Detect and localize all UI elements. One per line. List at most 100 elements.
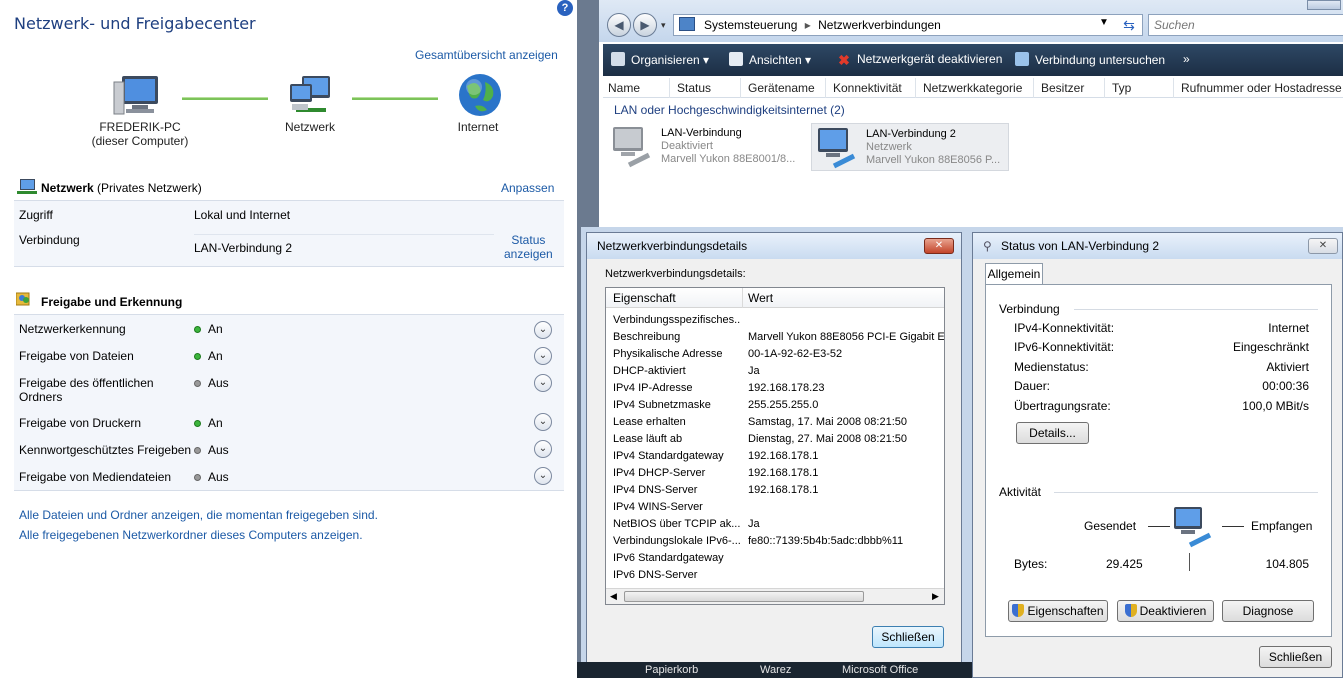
column-header[interactable]: Netzwerkkategorie	[923, 81, 1022, 95]
address-input[interactable]: Systemsteuerung ▸ Netzwerkverbindungen	[673, 14, 1143, 36]
back-button[interactable]: ◀	[607, 13, 631, 37]
table-row[interactable]: IPv4 WINS-Server	[606, 499, 944, 516]
organize-button[interactable]: Organisieren ▾	[611, 52, 709, 67]
status-on-icon	[194, 326, 201, 334]
table-row[interactable]: IPv4 Standardgateway 192.168.178.1	[606, 448, 944, 465]
access-value: Lokal und Internet	[194, 208, 291, 222]
table-row[interactable]: IPv4 DNS-Server 192.168.178.1	[606, 482, 944, 499]
sharing-item-label: Freigabe von Druckern	[19, 416, 142, 430]
column-header[interactable]: Typ	[1112, 81, 1131, 95]
column-header[interactable]: Wert	[748, 291, 773, 305]
desktop-icon-label[interactable]: Warez	[760, 664, 791, 676]
breadcrumb-item[interactable]: Netzwerkverbindungen	[818, 18, 941, 32]
scroll-right-icon[interactable]: ▶	[932, 591, 939, 602]
table-row[interactable]: Verbindungslokale IPv6-... fe80::7139:5b4…	[606, 533, 944, 550]
tab-general[interactable]: Allgemein	[985, 263, 1043, 285]
scroll-left-icon[interactable]: ◀	[610, 591, 617, 602]
column-header[interactable]: Name	[608, 81, 640, 95]
table-row[interactable]: Verbindungsspezifisches...	[606, 312, 944, 329]
table-row[interactable]: IPv6 Standardgateway	[606, 550, 944, 567]
status-label: Medienstatus:	[1014, 360, 1089, 374]
table-row[interactable]: IPv4 IP-Adresse 192.168.178.23	[606, 380, 944, 397]
row-divider	[194, 234, 494, 235]
sent-line	[1148, 526, 1170, 527]
status-on-icon	[194, 420, 201, 428]
details-button[interactable]: Details...	[1016, 422, 1089, 444]
search-input[interactable]: Suchen	[1148, 14, 1343, 36]
view-status-link[interactable]: Status anzeigen	[504, 233, 553, 261]
group-label-activity: Aktivität	[999, 485, 1042, 499]
show-shared-folders-link[interactable]: Alle freigegebenen Netzwerkordner dieses…	[19, 528, 363, 542]
group-divider	[1074, 309, 1318, 310]
table-row[interactable]: Lease erhalten Samstag, 17. Mai 2008 08:2…	[606, 414, 944, 431]
group-header[interactable]: LAN oder Hochgeschwindigkeitsinternet (2…	[614, 103, 845, 117]
forward-button[interactable]: ▶	[633, 13, 657, 37]
customize-link[interactable]: Anpassen	[501, 181, 554, 195]
table-row[interactable]: NetBIOS über TCPIP ak... Ja	[606, 516, 944, 533]
sharing-item-label: Freigabe von Mediendateien	[19, 470, 172, 484]
views-button[interactable]: Ansichten ▾	[729, 52, 811, 67]
column-header[interactable]: Eigenschaft	[613, 291, 676, 305]
table-row[interactable]: IPv6 DNS-Server	[606, 567, 944, 584]
column-separator	[1033, 78, 1034, 98]
table-row[interactable]: IPv4 DHCP-Server 192.168.178.1	[606, 465, 944, 482]
horizontal-scrollbar[interactable]: ◀ ▶	[606, 588, 944, 604]
scrollbar-thumb[interactable]	[624, 591, 864, 602]
column-header[interactable]: Besitzer	[1041, 81, 1084, 95]
column-header[interactable]: Gerätename	[748, 81, 815, 95]
desktop-icon-label[interactable]: Papierkorb	[645, 664, 698, 676]
status-on-icon	[194, 353, 201, 361]
close-button[interactable]: Schließen	[872, 626, 944, 648]
network-info-table: Zugriff Lokal und Internet Verbindung LA…	[14, 200, 564, 267]
desktop-icon-label[interactable]: Microsoft Office	[842, 664, 918, 676]
overview-link[interactable]: Gesamtübersicht anzeigen	[415, 48, 558, 62]
chevron-down-icon[interactable]: ⌄	[534, 440, 552, 458]
table-row[interactable]: Lease läuft ab Dienstag, 27. Mai 2008 08:…	[606, 431, 944, 448]
connection-item[interactable]: LAN-Verbindung Deaktiviert Marvell Yukon…	[609, 123, 799, 171]
sharing-item-label: Freigabe von Dateien	[19, 349, 134, 363]
sharing-item-status: An	[194, 349, 223, 363]
table-row[interactable]: Physikalische Adresse 00-1A-92-62-E3-52	[606, 346, 944, 363]
breadcrumb-separator-icon: ▸	[804, 18, 811, 32]
sharing-item-status: An	[194, 416, 223, 430]
details-list[interactable]: Eigenschaft Wert Verbindungsspezifisches…	[605, 287, 945, 605]
disable-device-button[interactable]: ✖ Netzwerkgerät deaktivieren	[837, 52, 1002, 68]
properties-button[interactable]: Eigenschaften	[1008, 600, 1108, 622]
computer-icon	[112, 74, 162, 118]
recent-pages-icon[interactable]: ▾	[661, 20, 666, 31]
connection-status: Deaktiviert	[661, 140, 713, 152]
dialog-title: Status von LAN-Verbindung 2	[973, 233, 1342, 259]
more-commands-button[interactable]: »	[1183, 52, 1190, 66]
close-button[interactable]: Schließen	[1259, 646, 1332, 668]
connection-item[interactable]: LAN-Verbindung 2 Netzwerk Marvell Yukon …	[811, 123, 1009, 171]
window-control-icon[interactable]	[1307, 0, 1341, 10]
table-row[interactable]: Beschreibung Marvell Yukon 88E8056 PCI-E …	[606, 329, 944, 346]
chevron-down-icon[interactable]: ⌄	[534, 374, 552, 392]
chevron-down-icon[interactable]: ⌄	[534, 413, 552, 431]
address-dropdown-icon[interactable]: ▼	[1099, 17, 1109, 28]
list-header: Eigenschaft Wert	[606, 288, 944, 308]
chevron-down-icon[interactable]: ⌄	[534, 321, 552, 339]
tab-panel: Verbindung IPv4-Konnektivität: Internet …	[985, 284, 1332, 637]
diagnose-button[interactable]: Diagnose	[1222, 600, 1314, 622]
disable-button[interactable]: Deaktivieren	[1117, 600, 1214, 622]
shield-icon	[1012, 604, 1025, 617]
status-value: Aktiviert	[1266, 360, 1309, 374]
views-icon	[729, 52, 743, 66]
help-icon[interactable]: ?	[557, 0, 573, 16]
connection-line-2	[352, 97, 438, 100]
close-icon[interactable]: ✕	[1308, 238, 1338, 254]
address-bar-area: ◀ ▶ ▾ Systemsteuerung ▸ Netzwerkverbindu…	[599, 0, 1343, 42]
show-shared-files-link[interactable]: Alle Dateien und Ordner anzeigen, die mo…	[19, 508, 378, 522]
breadcrumb-item[interactable]: Systemsteuerung	[704, 18, 797, 32]
chevron-down-icon[interactable]: ⌄	[534, 467, 552, 485]
column-header[interactable]: Rufnummer oder Hostadresse	[1181, 81, 1342, 95]
refresh-icon[interactable]: ⇆	[1117, 14, 1141, 36]
column-header[interactable]: Status	[677, 81, 711, 95]
diagnose-connection-button[interactable]: Verbindung untersuchen	[1015, 52, 1165, 67]
table-row[interactable]: DHCP-aktiviert Ja	[606, 363, 944, 380]
column-header[interactable]: Konnektivität	[833, 81, 902, 95]
close-icon[interactable]: ✕	[924, 238, 954, 254]
table-row[interactable]: IPv4 Subnetzmaske 255.255.255.0	[606, 397, 944, 414]
chevron-down-icon[interactable]: ⌄	[534, 347, 552, 365]
